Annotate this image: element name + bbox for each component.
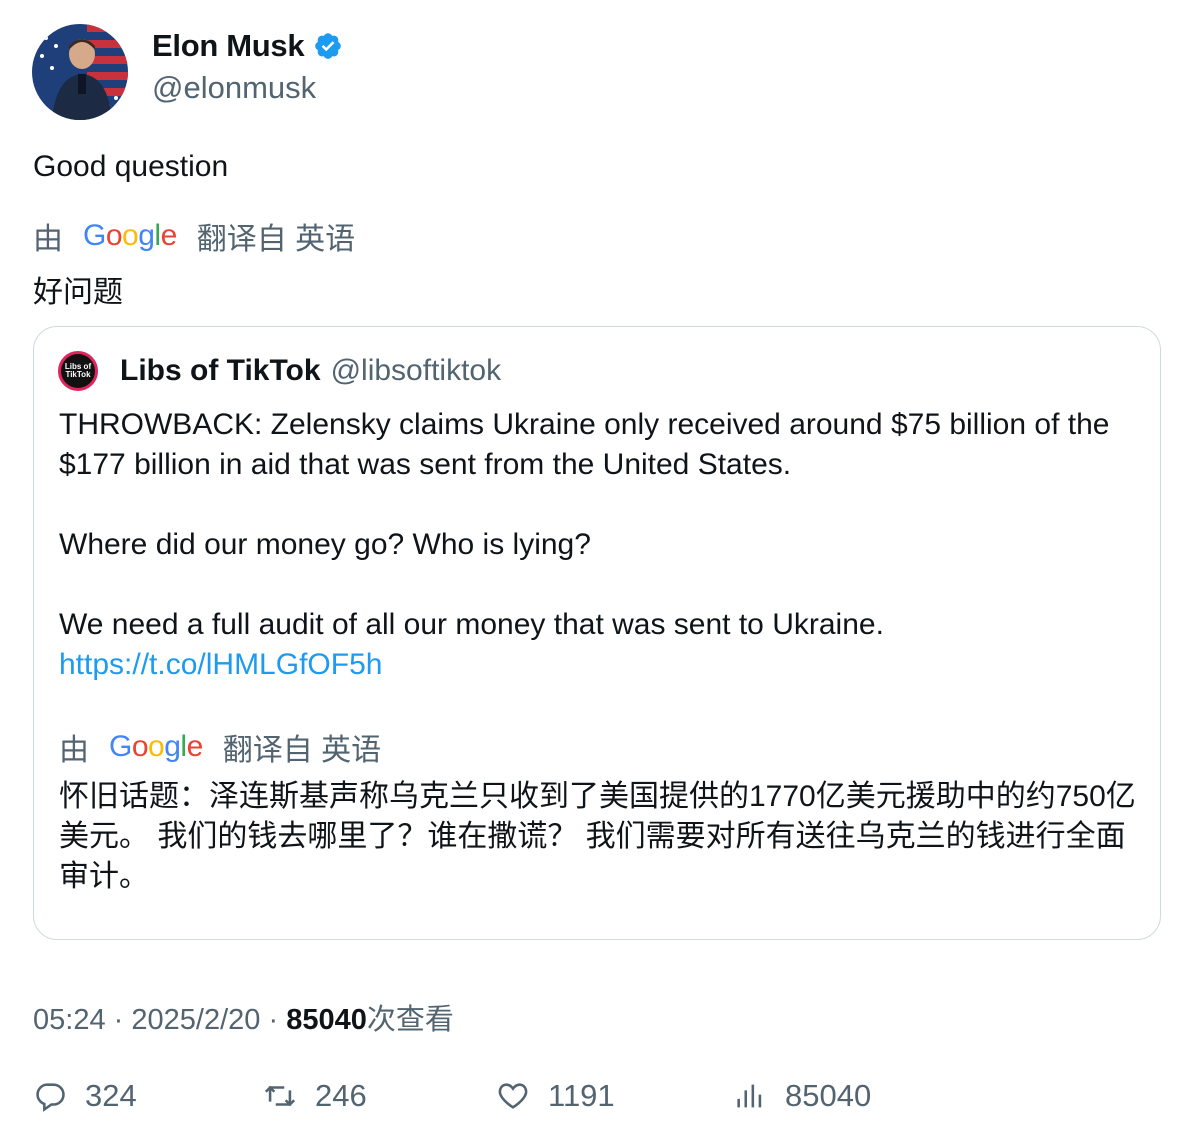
quoted-translated-text: 怀旧话题：泽连斯基声称乌克兰只收到了美国提供的1770亿美元援助中的约750亿美… [59, 780, 1136, 893]
tweet-meta: 05:24 · 2025/2/20 · 85040次查看 [33, 996, 454, 1038]
reply-button[interactable]: 324 [33, 1078, 137, 1114]
author-avatar[interactable] [32, 24, 128, 120]
views-action-count: 85040 [785, 1078, 872, 1113]
retweet-icon [264, 1085, 296, 1107]
action-bar: 324 246 1191 85040 [0, 1078, 1196, 1128]
quoted-link[interactable]: https://t.co/lHMLGfOF5h [59, 648, 382, 681]
translation-prefix: 由 [59, 734, 89, 767]
author-name[interactable]: Elon Musk [152, 28, 305, 64]
quoted-paragraph: THROWBACK: Zelensky claims Ukraine only … [59, 408, 1110, 481]
quoted-tweet[interactable]: Libs of TikTok Libs of TikTok @libsoftik… [33, 326, 1161, 940]
translation-suffix: 翻译自 英语 [196, 223, 356, 256]
quoted-paragraph: We need a full audit of all our money th… [59, 608, 884, 641]
quoted-translation-attribution: 由 Google 翻译自 英语 [59, 725, 381, 769]
tweet-text: Good question [33, 150, 229, 183]
reply-count: 324 [85, 1078, 137, 1113]
tweet-time[interactable]: 05:24 [33, 1004, 106, 1036]
verified-badge-icon [313, 31, 343, 61]
reply-icon [36, 1083, 65, 1112]
views-button[interactable]: 85040 [733, 1078, 871, 1114]
google-logo[interactable]: Google [83, 219, 177, 253]
like-count: 1191 [548, 1078, 615, 1113]
quoted-avatar-label: Libs of TikTok [64, 362, 92, 379]
tweet-date[interactable]: 2025/2/20 [131, 1004, 260, 1036]
google-logo[interactable]: Google [109, 730, 203, 764]
meta-separator: · [113, 1004, 124, 1036]
like-button[interactable]: 1191 [496, 1078, 615, 1114]
quoted-author-avatar: Libs of TikTok [58, 351, 98, 391]
translated-text: 好问题 [33, 276, 123, 309]
quoted-author-handle: @libsoftiktok [330, 354, 502, 387]
meta-separator: · [268, 1004, 279, 1036]
retweet-button[interactable]: 246 [263, 1078, 367, 1114]
translation-attribution: 由 Google 翻译自 英语 [33, 214, 355, 258]
translation-prefix: 由 [33, 223, 63, 256]
quoted-author-name: Libs of TikTok [120, 354, 321, 387]
quoted-paragraph: Where did our money go? Who is lying? [59, 528, 591, 561]
author-handle[interactable]: @elonmusk [152, 70, 316, 106]
views-count: 85040 [286, 1004, 367, 1036]
views-label: 次查看 [366, 1004, 454, 1036]
quoted-tweet-body: THROWBACK: Zelensky claims Ukraine only … [59, 405, 1149, 685]
analytics-icon [737, 1084, 762, 1108]
translation-suffix: 翻译自 英语 [222, 734, 382, 767]
heart-icon [498, 1083, 528, 1109]
retweet-count: 246 [315, 1078, 367, 1113]
